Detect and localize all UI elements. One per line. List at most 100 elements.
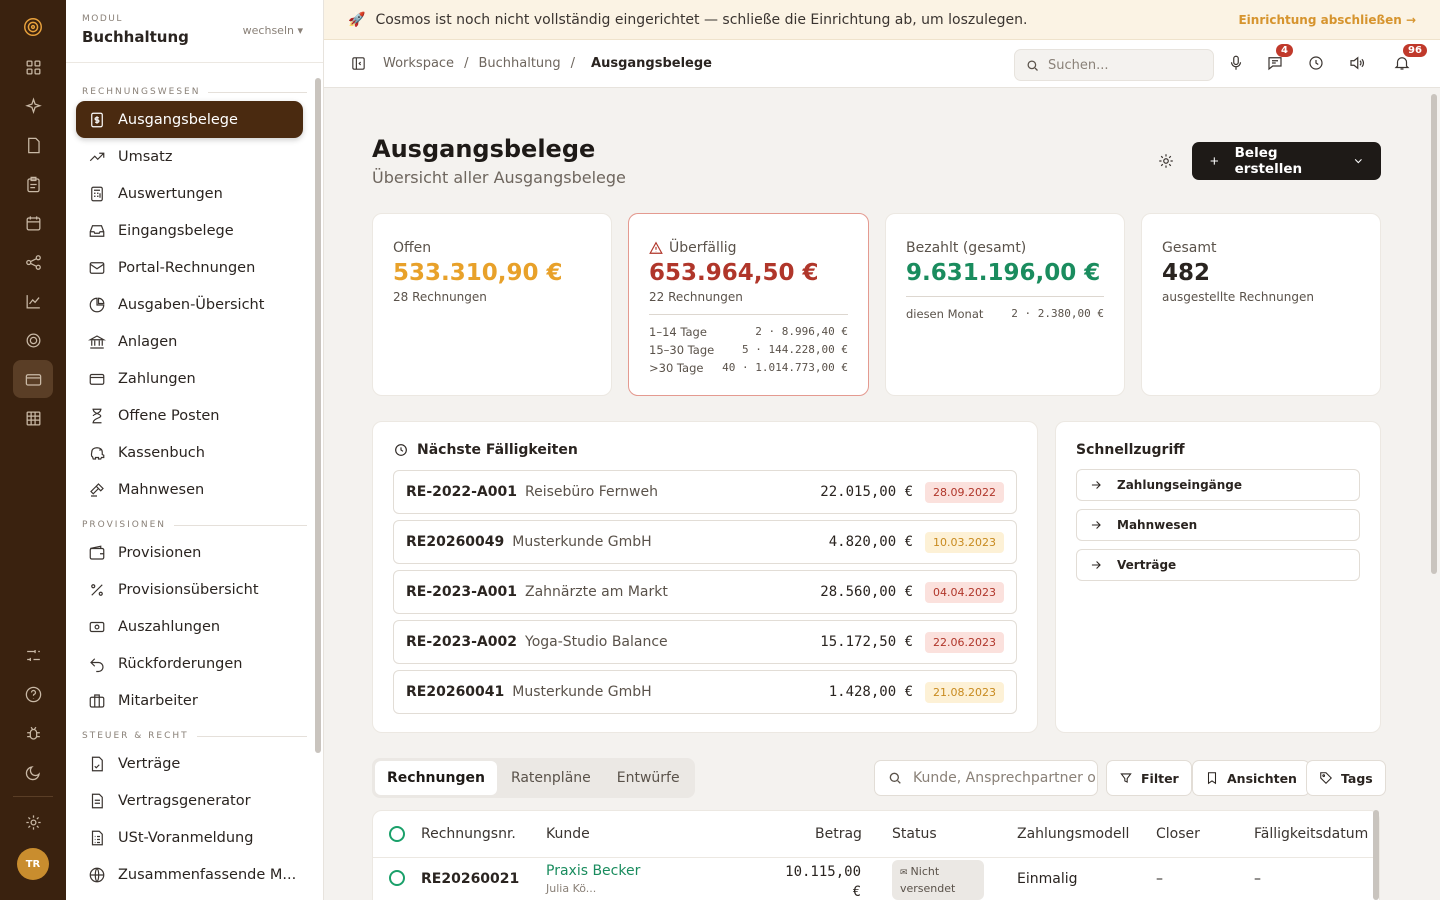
column-header-faelligkeitsdatum[interactable]: Fälligkeitsdatum	[1254, 811, 1368, 857]
sidebar-scrollbar[interactable]	[315, 78, 321, 753]
column-header-status[interactable]: Status	[892, 811, 937, 857]
sidebar-item-offene-posten[interactable]: Offene Posten	[76, 397, 303, 434]
top-bar: Workspace / Buchhaltung / Ausgangsbelege…	[324, 40, 1440, 88]
sidebar-item-rueckforderungen[interactable]: Rückforderungen	[76, 645, 303, 682]
global-search-input[interactable]: Suchen...	[1014, 49, 1214, 81]
filter-button[interactable]: Filter	[1106, 760, 1192, 796]
due-customer: Reisebüro Fernweh	[525, 484, 658, 500]
target-icon[interactable]	[13, 321, 53, 359]
chevron-down-icon[interactable]	[1352, 154, 1365, 168]
card-icon[interactable]	[13, 360, 53, 398]
sidebar-item-provisionen[interactable]: Provisionen	[76, 534, 303, 571]
main-scrollbar[interactable]	[1431, 94, 1437, 574]
warning-icon	[649, 241, 663, 254]
quick-link-zahlungseingaenge[interactable]: Zahlungseingänge	[1076, 469, 1360, 501]
column-header-betrag[interactable]: Betrag	[815, 811, 862, 857]
avatar[interactable]: TR	[17, 848, 49, 880]
aging-row: 15–30 Tage 5 · 144.228,00 €	[649, 341, 848, 359]
create-invoice-button[interactable]: Beleg erstellen	[1192, 142, 1381, 180]
tab-entwuerfe[interactable]: Entwürfe	[605, 761, 692, 795]
sparkles-icon[interactable]	[13, 87, 53, 125]
chart-icon[interactable]	[13, 282, 53, 320]
breadcrumb: Workspace / Buchhaltung / Ausgangsbelege	[383, 56, 712, 71]
sidebar-item-mahnwesen[interactable]: Mahnwesen	[76, 471, 303, 508]
kpi-value: 482	[1162, 260, 1211, 286]
table-icon[interactable]	[13, 399, 53, 437]
share-icon[interactable]	[13, 243, 53, 281]
quick-access-panel: Schnellzugriff Zahlungseingänge Mahnwese…	[1055, 421, 1381, 733]
sidebar-item-auszahlungen[interactable]: Auszahlungen	[76, 608, 303, 645]
sidebar-item-zahlungen[interactable]: Zahlungen	[76, 360, 303, 397]
bell-icon[interactable]: 96	[1393, 44, 1427, 74]
sidebar-item-anlagen[interactable]: Anlagen	[76, 323, 303, 360]
page-title: Ausgangsbelege	[372, 135, 596, 163]
due-item[interactable]: RE-2023-A002 Yoga-Studio Balance 15.172,50…	[393, 620, 1017, 664]
clock-icon[interactable]	[1307, 54, 1327, 74]
column-header-rechnungsnr[interactable]: Rechnungsnr.	[421, 811, 516, 857]
mail-icon: ✉	[900, 868, 908, 878]
kpi-label: Offen	[393, 240, 432, 256]
sidebar-item-mitarbeiter[interactable]: Mitarbeiter	[76, 682, 303, 719]
table-scrollbar[interactable]	[1373, 810, 1379, 900]
table-row[interactable]: RE20260021 Praxis Becker Julia Kö... 10.…	[373, 858, 1379, 900]
sidebar-item-umsatz[interactable]: Umsatz	[76, 138, 303, 175]
microphone-icon[interactable]	[1227, 54, 1247, 74]
banner-text: Cosmos ist noch nicht vollständig einger…	[375, 11, 1028, 28]
column-header-kunde[interactable]: Kunde	[546, 811, 590, 857]
invoice-search-input[interactable]: Kunde, Ansprechpartner o	[874, 760, 1098, 796]
due-item[interactable]: RE20260041 Musterkunde GmbH 1.428,00 € 21.0…	[393, 670, 1017, 714]
cell-invoice-number[interactable]: RE20260021	[421, 871, 519, 887]
logo-icon[interactable]	[13, 8, 53, 46]
help-icon[interactable]	[13, 675, 53, 713]
due-item[interactable]: RE20260049 Musterkunde GmbH 4.820,00 € 10.0…	[393, 520, 1017, 564]
sidebar-item-kassenbuch[interactable]: Kassenbuch	[76, 434, 303, 471]
column-header-closer[interactable]: Closer	[1156, 811, 1200, 857]
calendar-icon[interactable]	[13, 204, 53, 242]
invoice-tabs: Rechnungen Ratenpläne Entwürfe	[372, 758, 695, 798]
cell-closer: –	[1156, 871, 1163, 887]
clipboard-icon[interactable]	[13, 165, 53, 203]
sidebar-item-eingangsbelege[interactable]: Eingangsbelege	[76, 212, 303, 249]
module-switch-button[interactable]: wechseln ▾	[243, 24, 303, 37]
search-icon	[889, 772, 901, 784]
sidebar-item-portal-rechnungen[interactable]: Portal-Rechnungen	[76, 249, 303, 286]
quick-link-vertraege[interactable]: Verträge	[1076, 549, 1360, 581]
arrow-right-icon	[1091, 481, 1101, 489]
dashboard-icon[interactable]	[13, 48, 53, 86]
breadcrumb-buchhaltung[interactable]: Buchhaltung	[478, 56, 560, 71]
sidebar-item-ausgaben-uebersicht[interactable]: Ausgaben-Übersicht	[76, 286, 303, 323]
due-amount: 1.428,00 €	[828, 684, 914, 700]
kpi-value: 533.310,90 €	[393, 260, 563, 286]
row-checkbox[interactable]	[389, 870, 405, 886]
rocket-icon: 🚀	[348, 11, 366, 28]
breadcrumb-workspace[interactable]: Workspace	[383, 56, 454, 71]
finish-setup-link[interactable]: Einrichtung abschließen →	[1238, 13, 1416, 27]
gear-icon[interactable]	[1157, 152, 1175, 174]
quick-link-mahnwesen[interactable]: Mahnwesen	[1076, 509, 1360, 541]
due-item[interactable]: RE-2022-A001 Reisebüro Fernweh 22.015,00 €…	[393, 470, 1017, 514]
sidebar-item-vertragsgenerator[interactable]: Vertragsgenerator	[76, 782, 303, 819]
chat-icon[interactable]: 4	[1266, 44, 1293, 74]
sidebar-item-provisionsuebersicht[interactable]: Provisionsübersicht	[76, 571, 303, 608]
due-item[interactable]: RE-2023-A001 Zahnärzte am Markt 28.560,00 …	[393, 570, 1017, 614]
settings-icon[interactable]	[13, 803, 53, 841]
cell-customer[interactable]: Praxis Becker	[546, 863, 640, 879]
tags-button[interactable]: Tags	[1306, 760, 1386, 796]
sidebar-item-zusammenfassende-meldung[interactable]: Zusammenfassende M...	[76, 856, 303, 893]
document-icon[interactable]	[13, 126, 53, 164]
sidebar-item-label: Kassenbuch	[118, 444, 205, 461]
column-header-zahlungsmodell[interactable]: Zahlungsmodell	[1017, 811, 1129, 857]
sidebar-item-ust-voranmeldung[interactable]: USt-Voranmeldung	[76, 819, 303, 856]
tab-rechnungen[interactable]: Rechnungen	[375, 761, 497, 795]
bug-icon[interactable]	[13, 714, 53, 752]
sidebar-item-ausgangsbelege[interactable]: Ausgangsbelege	[76, 101, 303, 138]
tab-ratenplaene[interactable]: Ratenpläne	[499, 761, 603, 795]
sidebar-item-vertraege[interactable]: Verträge	[76, 745, 303, 782]
sidebar-toggle-icon[interactable]	[350, 55, 367, 72]
sidebar-item-auswertungen[interactable]: Auswertungen	[76, 175, 303, 212]
views-button[interactable]: Ansichten	[1192, 760, 1310, 796]
sliders-icon[interactable]	[13, 636, 53, 674]
moon-icon[interactable]	[13, 753, 53, 791]
speaker-icon[interactable]	[1348, 54, 1368, 74]
select-all-checkbox[interactable]	[389, 811, 405, 857]
